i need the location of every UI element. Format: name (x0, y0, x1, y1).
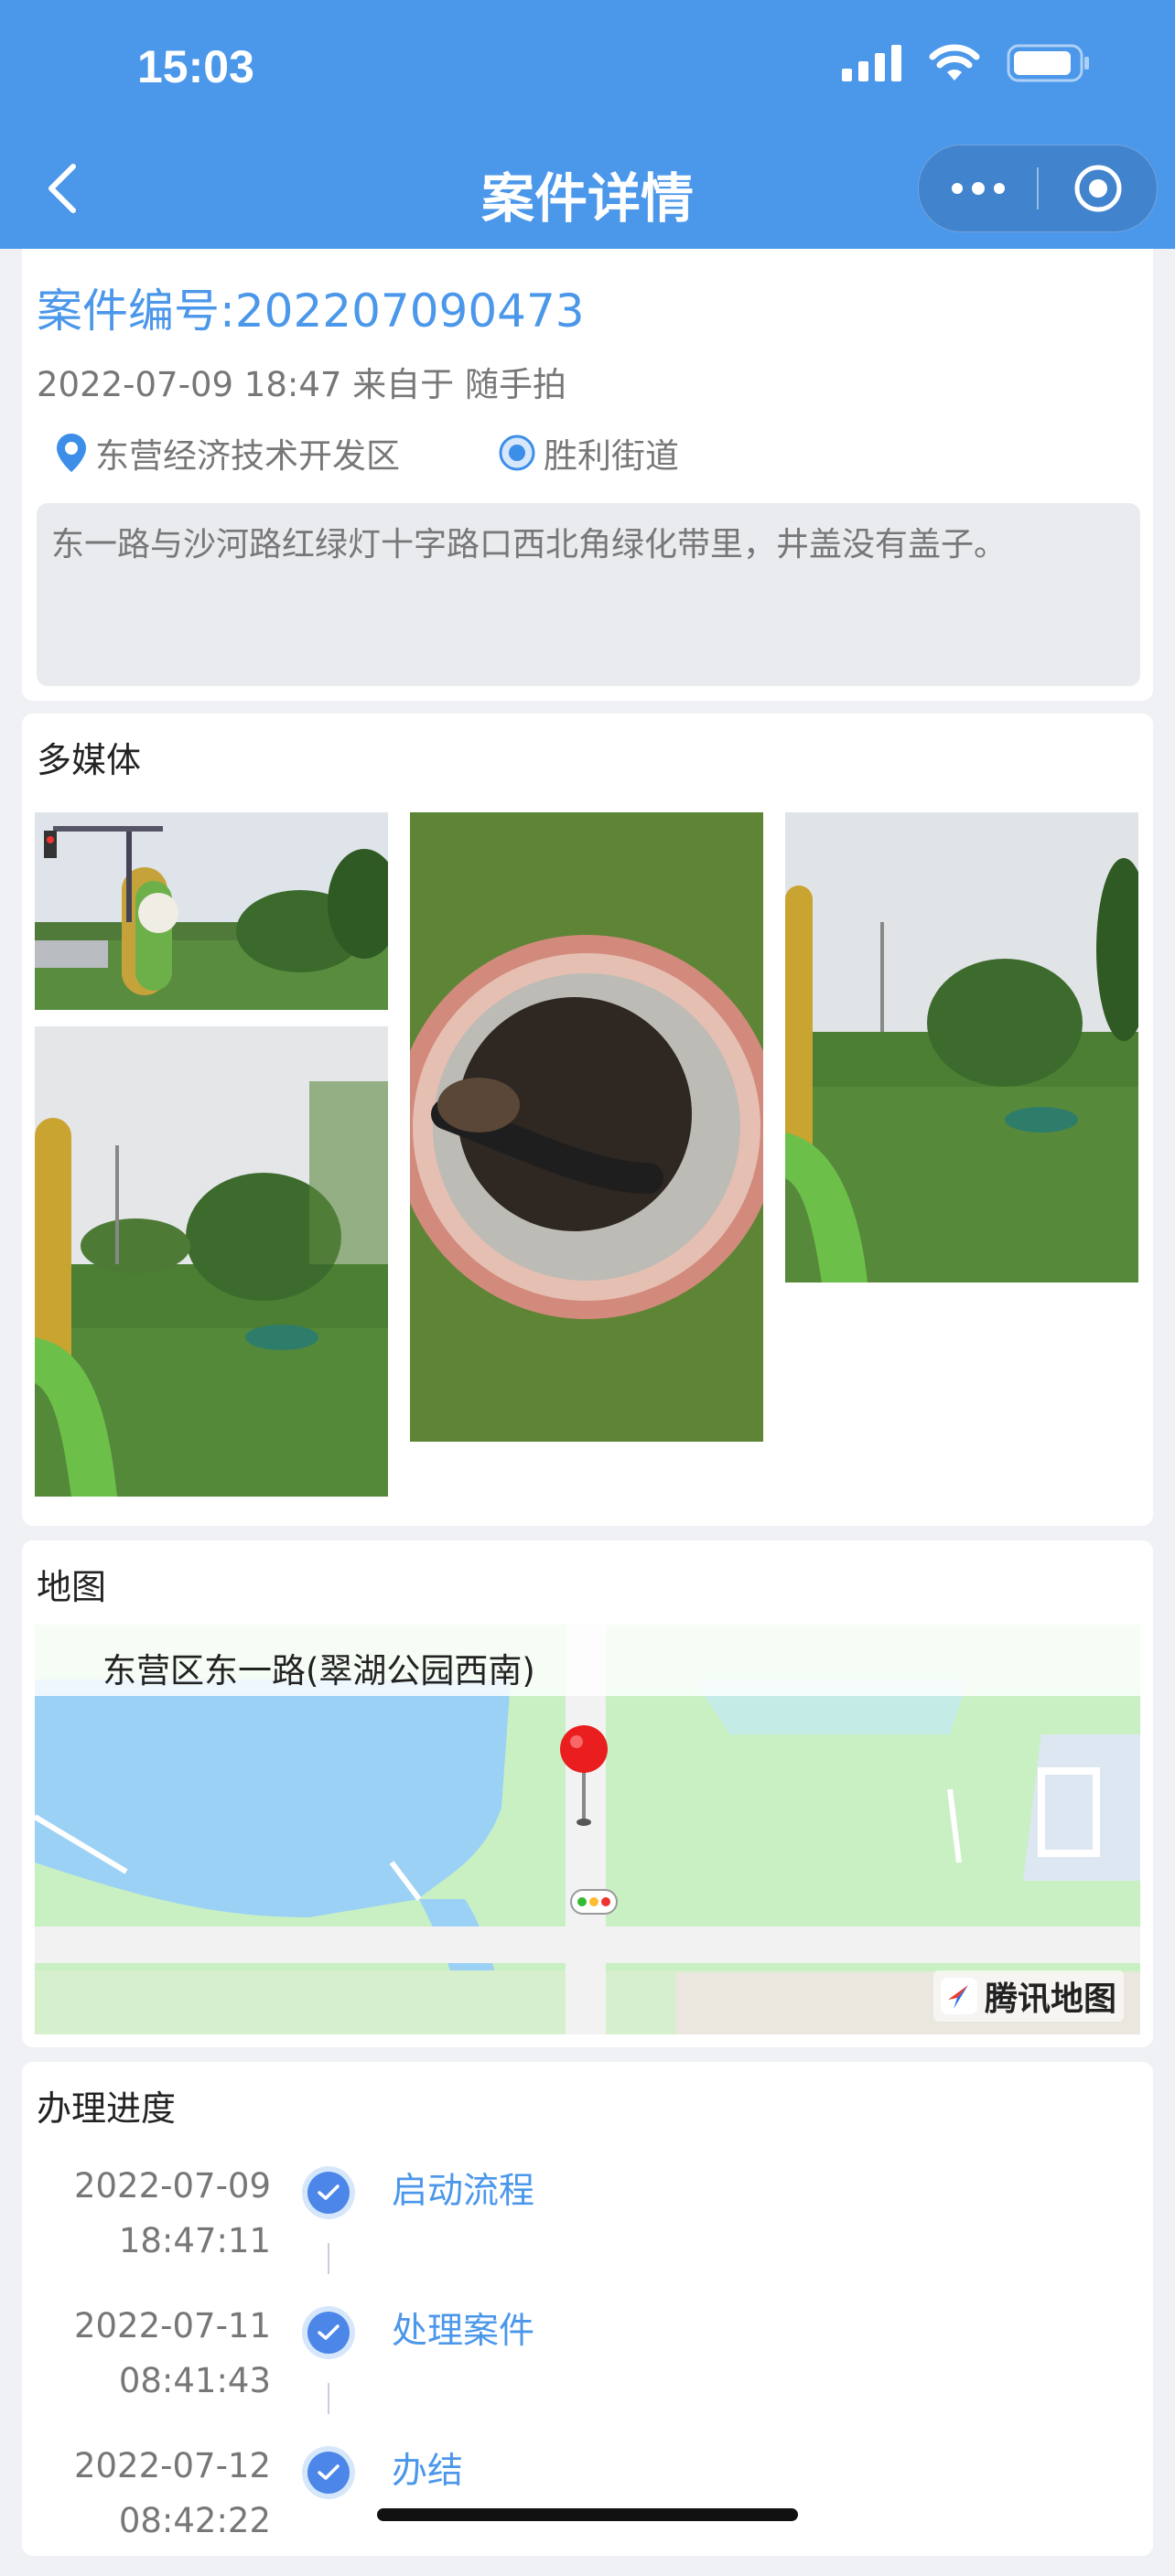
district-tag: 东营经济技术开发区 (55, 428, 400, 478)
check-circle-icon (302, 2446, 355, 2499)
progress-step: 2022-07-12 08:42:22 办结 (22, 2439, 1153, 2576)
media-photo[interactable] (35, 1026, 388, 1497)
progress-step: 2022-07-09 18:47:11 启动流程 (22, 2159, 1153, 2296)
photo-image (785, 812, 1138, 1283)
step-time: 18:47:11 (118, 2221, 271, 2260)
media-photo[interactable] (35, 812, 388, 1010)
mini-program-capsule (918, 145, 1158, 232)
map-card: 地图 东营区东一路(翠湖公园西南) 腾讯地图 (22, 1540, 1153, 2047)
map-brand-label: 腾讯地图 (984, 1980, 1116, 2018)
street-tag: 胜利街道 (498, 428, 679, 478)
step-time: 08:42:22 (118, 2501, 271, 2540)
case-description-box: 东一路与沙河路红绿灯十字路口西北角绿化带里，井盖没有盖子。 (37, 503, 1140, 686)
more-dots-icon (951, 183, 963, 194)
case-meta: 2022-07-09 18:47 来自于 随手拍 (37, 365, 566, 404)
step-date: 2022-07-09 (73, 2166, 271, 2206)
progress-title: 办理进度 (37, 2088, 177, 2129)
progress-step: 2022-07-11 08:41:43 处理案件 (22, 2299, 1153, 2436)
app-header: 15:03 案件详情 (0, 0, 1175, 249)
step-time: 08:41:43 (118, 2361, 271, 2400)
status-time: 15:03 (137, 41, 254, 92)
step-label: 处理案件 (392, 2311, 535, 2352)
status-icons (842, 44, 1091, 82)
map-pin-marker-icon (560, 1725, 608, 1826)
signal-icon (842, 45, 901, 81)
media-title: 多媒体 (37, 740, 142, 780)
close-button[interactable] (1039, 145, 1157, 231)
case-info-card: 案件编号:202207090473 2022-07-09 18:47 来自于 随… (22, 249, 1153, 701)
media-photo[interactable] (785, 812, 1138, 1283)
photo-image (35, 1026, 388, 1497)
media-photo[interactable] (410, 812, 763, 1442)
progress-card: 办理进度 2022-07-09 18:47:11 启动流程 2022-07-11… (22, 2062, 1153, 2556)
step-label: 启动流程 (392, 2171, 535, 2212)
home-indicator (377, 2508, 798, 2521)
battery-icon (1007, 44, 1089, 82)
location-target-icon (499, 435, 535, 471)
check-circle-icon (302, 2306, 355, 2359)
street-label: 胜利街道 (544, 436, 679, 476)
wifi-icon (929, 44, 980, 80)
map-brand: 腾讯地图 (932, 1970, 1124, 2022)
case-description: 东一路与沙河路红绿灯十字路口西北角绿化带里，井盖没有盖子。 (51, 526, 1008, 564)
case-number: 案件编号:202207090473 (37, 284, 585, 338)
map-pin-icon (57, 434, 86, 472)
check-circle-icon (302, 2166, 355, 2219)
tencent-map-logo-icon (940, 1978, 977, 2014)
map-address: 东营区东一路(翠湖公园西南) (102, 1651, 535, 1690)
district-label: 东营经济技术开发区 (95, 436, 400, 476)
target-circle-icon (1074, 165, 1121, 212)
map-view[interactable]: 东营区东一路(翠湖公园西南) 腾讯地图 (35, 1625, 1140, 2034)
media-card: 多媒体 (22, 714, 1153, 1526)
step-date: 2022-07-12 (73, 2446, 271, 2485)
photo-image (35, 812, 388, 1010)
map-title: 地图 (37, 1567, 107, 1607)
more-button[interactable] (919, 145, 1037, 231)
step-date: 2022-07-11 (73, 2306, 271, 2345)
step-label: 办结 (392, 2451, 464, 2492)
photo-image (410, 812, 763, 1442)
